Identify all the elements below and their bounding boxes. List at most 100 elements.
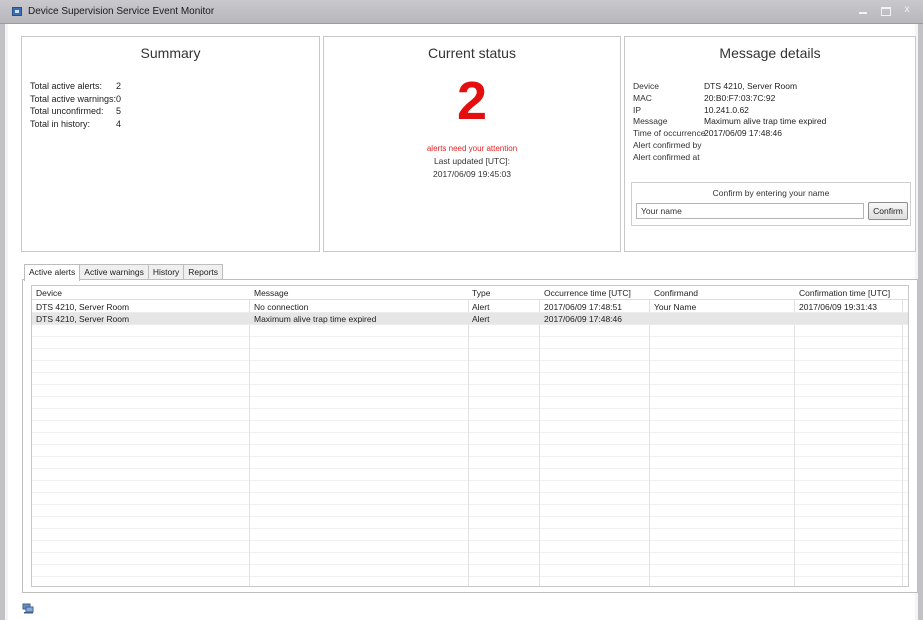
empty-row [32, 325, 908, 337]
empty-row [32, 469, 908, 481]
summary-row: Total in history: 4 [30, 119, 121, 132]
column-divider [249, 286, 250, 586]
details-table: Device DTS 4210, Server Room MAC 20:B0:F7:… [633, 81, 826, 164]
close-button[interactable]: x [897, 3, 917, 18]
summary-row: Total active alerts: 2 [30, 81, 121, 94]
empty-row [32, 337, 908, 349]
title-bar: Device Supervision Service Event Monitor… [0, 0, 923, 24]
cell-device: DTS 4210, Server Room [36, 314, 130, 324]
summary-row: Total active warnings:0 [30, 94, 121, 107]
confirm-group: Confirm by entering your name Confirm [631, 182, 911, 226]
empty-row [32, 553, 908, 565]
detail-label: Device [633, 81, 659, 91]
column-divider [468, 286, 469, 586]
detail-row: Time of occurrence2017/06/09 17:48:46 [633, 128, 826, 140]
empty-row [32, 493, 908, 505]
column-divider [649, 286, 650, 586]
table-row-selected[interactable]: DTS 4210, Server Room Maximum alive trap… [32, 313, 908, 325]
summary-label: Total unconfirmed: [30, 106, 104, 116]
detail-label: Message [633, 116, 668, 127]
detail-row: Device DTS 4210, Server Room [633, 81, 826, 93]
minimize-button[interactable] [853, 3, 873, 18]
tab-content: Device Message Type Occurrence time [UTC… [22, 279, 918, 593]
confirm-button[interactable]: Confirm [868, 202, 908, 220]
tab-history[interactable]: History [147, 264, 185, 280]
column-divider [539, 286, 540, 586]
detail-value: 2017/06/09 17:48:46 [704, 128, 782, 139]
window-controls: x [851, 3, 917, 18]
column-divider [794, 286, 795, 586]
empty-row [32, 373, 908, 385]
summary-title: Summary [140, 45, 201, 61]
detail-value: 20:B0:F7:03:7C:92 [704, 92, 776, 103]
empty-row [32, 361, 908, 373]
status-bar [8, 598, 915, 620]
last-updated-value: 2017/06/09 19:45:03 [433, 169, 511, 179]
empty-row [32, 421, 908, 433]
summary-row: Total unconfirmed: 5 [30, 106, 121, 119]
tab-bar: Active alerts Active warnings History Re… [24, 264, 224, 281]
empty-row [32, 397, 908, 409]
message-details-title: Message details [719, 45, 821, 61]
current-status-panel: Current status 2 alerts need your attent… [323, 36, 621, 252]
message-details-panel: Message details Device DTS 4210, Server R… [624, 36, 916, 252]
detail-row: MAC 20:B0:F7:03:7C:92 [633, 93, 826, 105]
summary-value: 4 [116, 118, 122, 129]
summary-value: 0 [116, 93, 122, 104]
detail-label: Alert confirmed at [633, 151, 700, 162]
cell-message: No connection [254, 302, 309, 312]
alerts-table[interactable]: Device Message Type Occurrence time [UTC… [31, 285, 909, 587]
table-header: Device Message Type Occurrence time [UTC… [32, 286, 908, 300]
cell-type: Alert [472, 302, 490, 312]
name-input[interactable] [636, 203, 864, 219]
empty-row [32, 445, 908, 457]
column-header-type[interactable]: Type [472, 288, 490, 298]
tab-active-warnings[interactable]: Active warnings [79, 264, 149, 280]
window-title: Device Supervision Service Event Monitor [28, 6, 215, 17]
detail-label: Time of occurrence [633, 128, 706, 139]
cell-device: DTS 4210, Server Room [36, 302, 130, 312]
column-header-confirmation-time[interactable]: Confirmation time [UTC] [799, 288, 890, 298]
empty-row [32, 517, 908, 529]
empty-row [32, 481, 908, 493]
column-header-confirmand[interactable]: Confirmand [654, 288, 698, 298]
empty-row [32, 349, 908, 361]
empty-row [32, 457, 908, 469]
tab-active-alerts[interactable]: Active alerts [24, 264, 81, 281]
empty-row [32, 565, 908, 577]
current-status-title: Current status [428, 45, 516, 61]
column-header-device[interactable]: Device [36, 288, 62, 298]
detail-value: DTS 4210, Server Room [704, 81, 798, 91]
table-row[interactable]: DTS 4210, Server Room No connection Aler… [32, 301, 908, 313]
app-icon [12, 7, 22, 16]
summary-label: Total in history: [30, 118, 91, 129]
empty-row [32, 409, 908, 421]
confirm-title: Confirm by entering your name [712, 188, 830, 198]
connection-icon [22, 603, 34, 614]
cell-occurrence-time: 2017/06/09 17:48:51 [544, 302, 622, 312]
summary-table: Total active alerts: 2 Total active warni… [30, 81, 121, 131]
column-header-message[interactable]: Message [254, 288, 289, 298]
empty-row [32, 433, 908, 445]
cell-confirmand: Your Name [654, 302, 697, 312]
detail-label: Alert confirmed by [633, 139, 702, 150]
empty-row [32, 529, 908, 541]
detail-value: Maximum alive trap time expired [704, 116, 827, 127]
empty-row [32, 385, 908, 397]
last-updated-label: Last updated [UTC]: [433, 156, 511, 166]
cell-confirmation-time: 2017/06/09 19:31:43 [799, 302, 877, 312]
detail-label: IP [633, 104, 642, 115]
detail-row: Message Maximum alive trap time expired [633, 116, 826, 128]
empty-row [32, 541, 908, 553]
summary-label: Total active warnings: [30, 93, 117, 104]
summary-value: 5 [116, 106, 122, 116]
cell-occurrence-time: 2017/06/09 17:48:46 [544, 314, 622, 324]
cell-type: Alert [472, 314, 490, 324]
column-header-occurrence-time[interactable]: Occurrence time [UTC] [544, 288, 631, 298]
maximize-button[interactable] [875, 3, 895, 18]
summary-label: Total active alerts: [30, 81, 103, 91]
detail-row: Alert confirmed by [633, 140, 826, 152]
detail-row: IP 10.241.0.62 [633, 105, 826, 117]
tab-reports[interactable]: Reports [183, 264, 224, 280]
column-divider [902, 286, 903, 586]
